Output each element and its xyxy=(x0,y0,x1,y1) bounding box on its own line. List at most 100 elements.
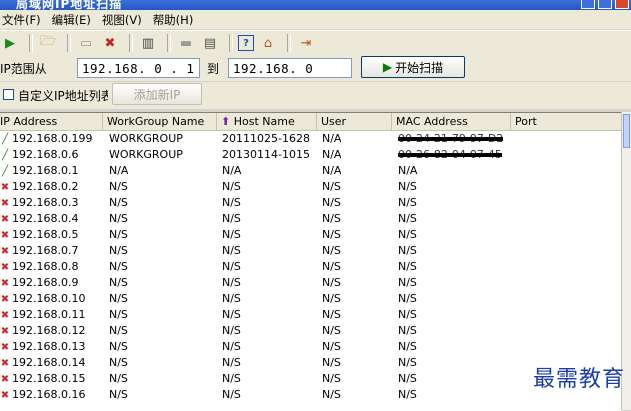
cell-workgroup: N/S xyxy=(109,243,128,259)
custom-ip-checkbox[interactable] xyxy=(3,89,14,100)
close-button[interactable] xyxy=(615,0,629,9)
column-host-name[interactable]: ⬆ Host Name xyxy=(217,113,317,130)
table-row[interactable]: ✖ 192.168.0.15 N/S N/S N/S N/S xyxy=(0,371,622,387)
minimize-button[interactable] xyxy=(581,0,595,9)
offline-icon: ✖ xyxy=(0,214,10,225)
cell-ip: ✖ 192.168.0.14 xyxy=(0,355,86,371)
menu-edit[interactable]: 编辑(E) xyxy=(50,12,100,28)
workgroup-text: N/S xyxy=(109,388,128,401)
table-row[interactable]: ✖ 192.168.0.11 N/S N/S N/S N/S xyxy=(0,307,622,323)
cell-host: N/S xyxy=(222,371,241,387)
mac-text: N/S xyxy=(398,292,417,305)
maximize-button[interactable] xyxy=(598,0,612,9)
table-row[interactable]: ✖ 192.168.0.9 N/S N/S N/S N/S xyxy=(0,275,622,291)
toolbar-separator xyxy=(229,34,233,52)
cell-user: N/S xyxy=(322,355,341,371)
folder-icon[interactable]: ▭ xyxy=(76,33,96,53)
workgroup-text: N/A xyxy=(109,164,129,177)
offline-icon: ✖ xyxy=(0,198,10,209)
table-row[interactable]: ✖ 192.168.0.10 N/S N/S N/S N/S xyxy=(0,291,622,307)
host-text: N/S xyxy=(222,196,241,209)
workgroup-text: WORKGROUP xyxy=(109,132,183,145)
offline-icon: ✖ xyxy=(0,390,10,401)
exit-icon[interactable]: ⇥ xyxy=(296,33,316,53)
table-row[interactable]: ╱ 192.168.0.199 WORKGROUP 20111025-1628 N/A 0… xyxy=(0,131,622,147)
cell-user: N/A xyxy=(322,163,341,179)
ip-text: 192.168.0.12 xyxy=(12,324,86,337)
report-icon[interactable]: ▤ xyxy=(200,33,220,53)
cell-host: 20111025-1628 xyxy=(222,131,310,147)
column-port[interactable]: Port xyxy=(511,113,622,130)
column-user[interactable]: User xyxy=(317,113,392,130)
user-text: N/S xyxy=(322,196,341,209)
toolbar-separator xyxy=(29,34,33,52)
computers-icon[interactable]: ▥ xyxy=(138,33,158,53)
table-row[interactable]: ✖ 192.168.0.4 N/S N/S N/S N/S xyxy=(0,211,622,227)
toolbar-separator xyxy=(67,34,71,52)
cell-workgroup: N/S xyxy=(109,355,128,371)
add-ip-button[interactable]: 添加新IP xyxy=(112,83,202,105)
menu-help[interactable]: 帮助(H) xyxy=(151,12,203,28)
column-workgroup[interactable]: WorkGroup Name xyxy=(103,113,217,130)
host-text: N/S xyxy=(222,180,241,193)
scan-range-row: IP范围从 192.168. 0 . 1 到 192.168. 0 .255 ▶… xyxy=(0,55,631,96)
home-icon[interactable]: ⌂ xyxy=(258,33,278,53)
user-text: N/S xyxy=(322,388,341,401)
column-mac-address[interactable]: MAC Address xyxy=(392,113,511,130)
host-text: N/S xyxy=(222,324,241,337)
open-folder-icon[interactable]: 🗁 xyxy=(38,33,58,53)
cell-host: N/A xyxy=(222,163,241,179)
cell-host: N/S xyxy=(222,243,241,259)
cell-workgroup: N/S xyxy=(109,275,128,291)
table-row[interactable]: ╱ 192.168.0.6 WORKGROUP 20130114-1015 N/A 00-… xyxy=(0,147,622,163)
workgroup-text: N/S xyxy=(109,180,128,193)
menu-view[interactable]: 视图(V) xyxy=(100,12,151,28)
table-row[interactable]: ✖ 192.168.0.2 N/S N/S N/S N/S xyxy=(0,179,622,195)
end-ip-field[interactable]: 192.168. 0 .255 xyxy=(228,58,352,96)
cell-workgroup: N/S xyxy=(109,387,128,403)
mac-text: N/S xyxy=(398,372,417,385)
cell-host: N/S xyxy=(222,179,241,195)
host-text: N/S xyxy=(222,228,241,241)
offline-icon: ✖ xyxy=(0,294,10,305)
cell-host: N/S xyxy=(222,195,241,211)
table-row[interactable]: ✖ 192.168.0.7 N/S N/S N/S N/S xyxy=(0,243,622,259)
menu-file[interactable]: 文件(F) xyxy=(0,12,50,28)
ip-text: 192.168.0.9 xyxy=(12,276,79,289)
cell-ip: ╱ 192.168.0.1 xyxy=(0,163,79,179)
workgroup-text: N/S xyxy=(109,228,128,241)
table-row[interactable]: ✖ 192.168.0.14 N/S N/S N/S N/S xyxy=(0,355,622,371)
column-ip-address[interactable]: IP Address xyxy=(0,113,103,130)
table-row[interactable]: ✖ 192.168.0.8 N/S N/S N/S N/S xyxy=(0,259,622,275)
user-text: N/S xyxy=(322,324,341,337)
folder-closed-icon[interactable]: ▬ xyxy=(176,33,196,53)
table-row[interactable]: ✖ 192.168.0.16 N/S N/S N/S N/S xyxy=(0,387,622,403)
start-scan-button[interactable]: ▶ 开始扫描 xyxy=(361,56,465,78)
user-text: N/S xyxy=(322,292,341,305)
cell-ip: ✖ 192.168.0.3 xyxy=(0,195,79,211)
offline-icon: ✖ xyxy=(0,374,10,385)
table-row[interactable]: ✖ 192.168.0.5 N/S N/S N/S N/S xyxy=(0,227,622,243)
offline-icon: ✖ xyxy=(0,262,10,273)
help-icon[interactable]: ? xyxy=(238,35,254,51)
cell-ip: ✖ 192.168.0.15 xyxy=(0,371,86,387)
start-ip-field[interactable]: 192.168. 0 . 1 xyxy=(77,58,200,78)
table-row[interactable]: ✖ 192.168.0.12 N/S N/S N/S N/S xyxy=(0,323,622,339)
mac-text: N/S xyxy=(398,340,417,353)
offline-icon: ✖ xyxy=(0,342,10,353)
title-bar: 局域网IP地址扫描 xyxy=(0,0,631,10)
cell-host: N/S xyxy=(222,227,241,243)
delete-icon[interactable]: ✖ xyxy=(100,33,120,53)
table-row[interactable]: ✖ 192.168.0.3 N/S N/S N/S N/S xyxy=(0,195,622,211)
ip-list[interactable]: IP Address WorkGroup Name ⬆ Host Name Us… xyxy=(0,112,622,411)
user-text: N/S xyxy=(322,308,341,321)
workgroup-text: N/S xyxy=(109,340,128,353)
play-icon[interactable]: ▶ xyxy=(0,33,20,53)
user-text: N/S xyxy=(322,356,341,369)
table-row[interactable]: ✖ 192.168.0.13 N/S N/S N/S N/S xyxy=(0,339,622,355)
table-row[interactable]: ╱ 192.168.0.1 N/A N/A N/A N/A xyxy=(0,163,622,179)
ip-text: 192.168.0.11 xyxy=(12,308,86,321)
workgroup-text: N/S xyxy=(109,292,128,305)
list-header: IP Address WorkGroup Name ⬆ Host Name Us… xyxy=(0,113,622,131)
scrollbar-thumb[interactable] xyxy=(623,114,630,148)
